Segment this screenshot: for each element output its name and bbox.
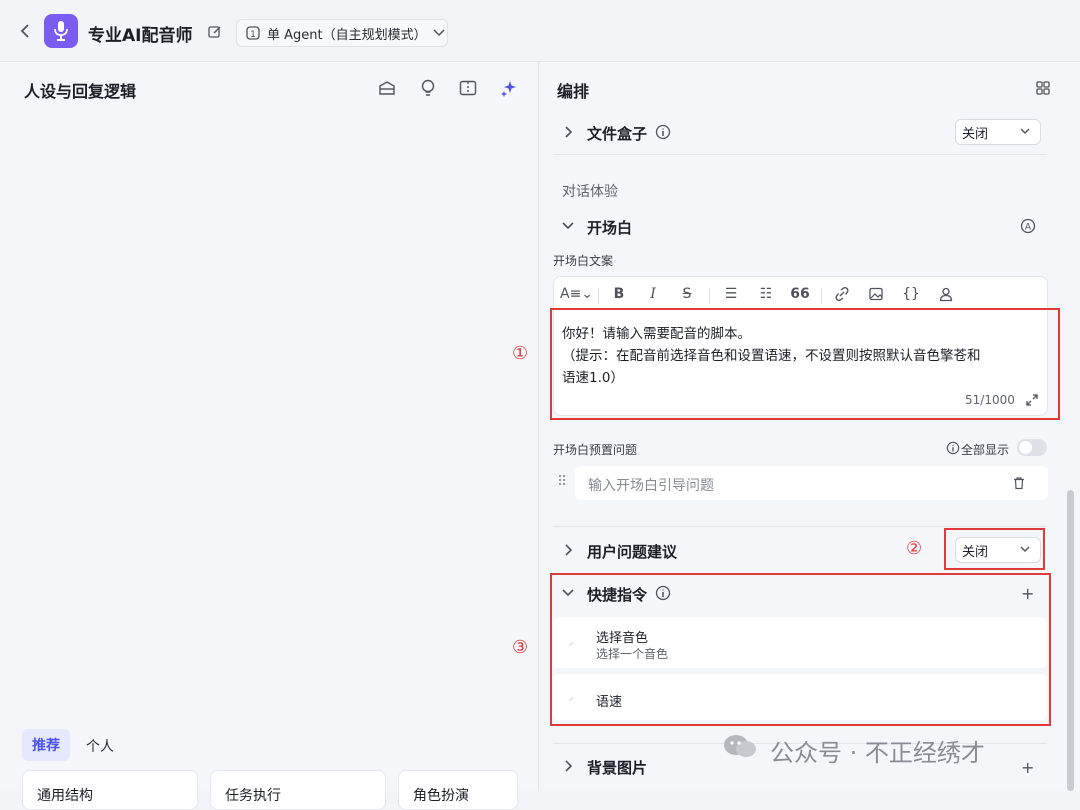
ai-optimize-icon[interactable] (498, 77, 520, 99)
image-icon[interactable] (868, 286, 888, 302)
chevron-right-icon[interactable] (558, 539, 580, 561)
template-library-icon[interactable] (376, 77, 398, 99)
microphone-icon (54, 21, 68, 41)
opening-copy-label: 开场白文案 (553, 254, 614, 268)
annotation-box-2 (944, 528, 1045, 570)
divider (553, 526, 1047, 527)
annotation-label-2: ② (906, 538, 923, 559)
drag-handle-icon[interactable]: ⠿ (557, 474, 567, 490)
preset-question-input[interactable]: 输入开场白引导问题 (575, 466, 1048, 500)
opening-label: 开场白 (587, 219, 633, 237)
quote-icon[interactable]: 66 (790, 286, 810, 302)
font-style-icon[interactable]: A≡⌄ (560, 286, 593, 302)
chevron-right-icon[interactable] (558, 755, 580, 777)
chevron-down-icon[interactable] (557, 215, 579, 237)
tab-personal[interactable]: 个人 (86, 736, 114, 756)
scrollbar-thumb[interactable] (1067, 490, 1074, 791)
persona-panel: 人设与回复逻辑 推荐 个人 通用结构 任务执行 角色扮演 (0, 62, 539, 810)
mode-selector[interactable]: 1 单 Agent（自主规划模式） (236, 19, 448, 47)
annotation-box-1 (550, 308, 1060, 420)
preset-questions-label: 开场白预置问题 (553, 443, 638, 457)
split-view-icon[interactable] (457, 77, 479, 99)
italic-icon[interactable]: I (643, 286, 663, 302)
link-icon[interactable] (834, 286, 854, 302)
annotation-box-3 (550, 573, 1051, 726)
show-all-label: 全部显示 (961, 443, 1010, 457)
template-card[interactable]: 角色扮演 (398, 770, 518, 810)
svg-text:A: A (1025, 223, 1032, 233)
template-card[interactable]: 任务执行 (210, 770, 386, 810)
suggestions-label: 用户问题建议 (587, 543, 678, 561)
persona-title: 人设与回复逻辑 (24, 82, 137, 101)
app-title: 专业AI配音师 (88, 26, 193, 46)
background-image-label: 背景图片 (587, 759, 648, 777)
auto-icon[interactable]: A (1017, 215, 1039, 237)
info-icon[interactable] (652, 121, 674, 143)
top-bar: 专业AI配音师 1 单 Agent（自主规划模式） (0, 0, 1080, 62)
back-icon[interactable] (14, 20, 36, 42)
tab-recommended[interactable]: 推荐 (22, 729, 70, 761)
agent-mode-icon: 1 (246, 26, 260, 40)
watermark-text: 公众号 · 不正经绣才 (770, 739, 985, 767)
bot-avatar (44, 14, 78, 48)
bulb-icon[interactable] (417, 77, 439, 99)
layout-grid-icon[interactable] (1032, 77, 1054, 99)
file-box-select[interactable]: 关闭 (955, 119, 1041, 145)
bullet-list-icon[interactable]: ☰ (721, 286, 741, 302)
add-background-icon[interactable]: + (1021, 758, 1034, 777)
trash-icon[interactable] (1008, 472, 1030, 494)
svg-text:1: 1 (250, 30, 256, 40)
file-box-label: 文件盒子 (587, 125, 648, 143)
section-label: 对话体验 (562, 184, 618, 200)
strikethrough-icon[interactable]: S (677, 286, 697, 302)
ordered-list-icon[interactable]: ☷ (756, 286, 776, 302)
show-all-toggle[interactable] (1017, 439, 1047, 456)
code-block-icon[interactable]: {} (901, 286, 921, 302)
annotation-label-3: ③ (512, 637, 529, 658)
user-variable-icon[interactable] (938, 286, 958, 302)
chevron-down-icon (433, 29, 445, 37)
annotation-label-1: ① (512, 343, 529, 364)
orchestration-title: 编排 (557, 82, 590, 101)
bold-icon[interactable]: B (609, 286, 629, 302)
wechat-icon (722, 733, 758, 759)
chevron-right-icon[interactable] (558, 121, 580, 143)
divider (553, 154, 1047, 155)
edit-icon[interactable] (204, 21, 226, 43)
chevron-down-icon (1020, 128, 1030, 134)
template-card[interactable]: 通用结构 (22, 770, 198, 810)
